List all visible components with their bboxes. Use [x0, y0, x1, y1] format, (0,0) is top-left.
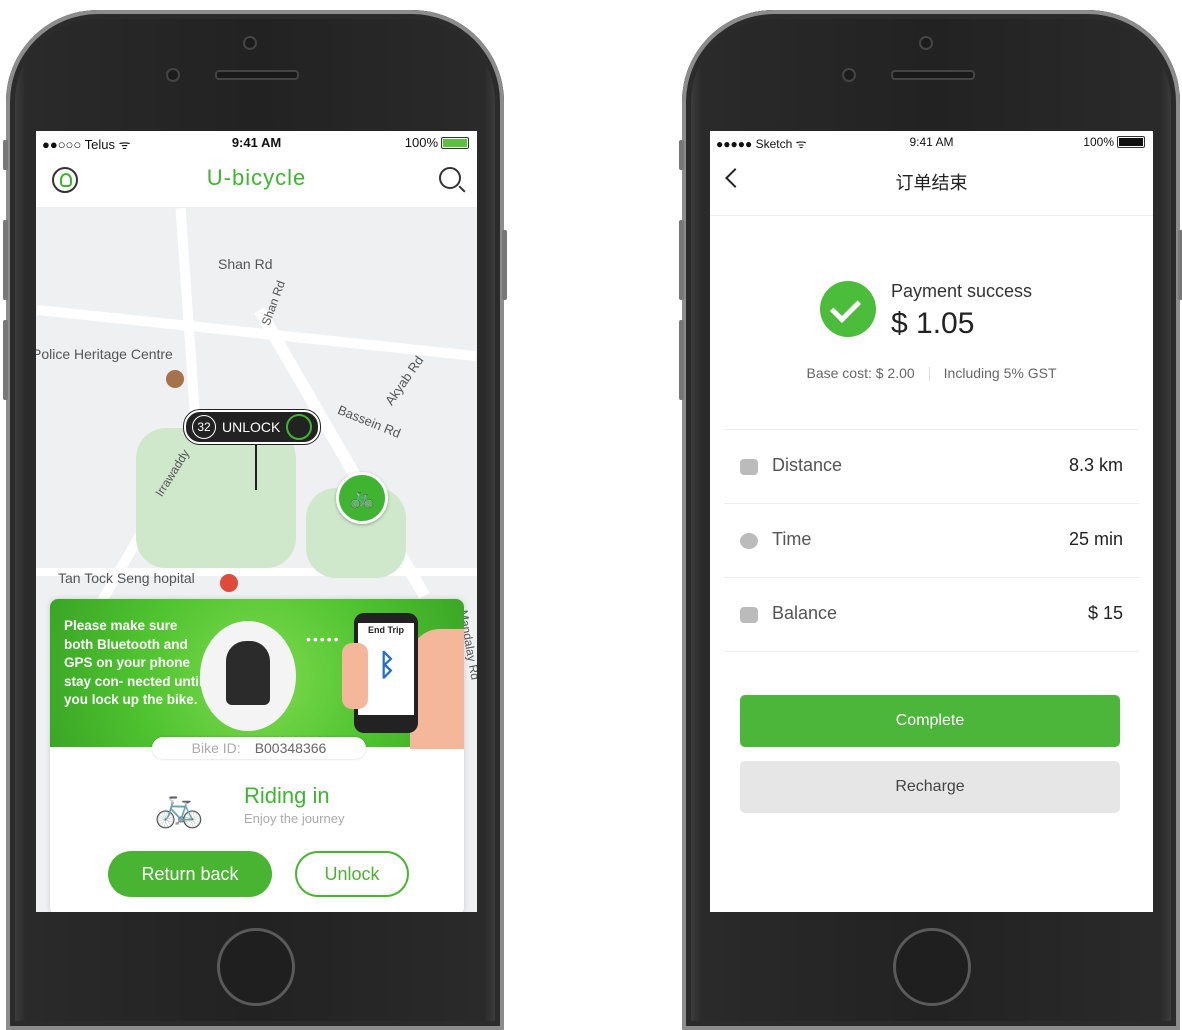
map-label: Tan Tock Seng hopital	[58, 570, 195, 586]
finger-illustration	[342, 643, 368, 709]
marker-pin	[255, 444, 257, 490]
complete-button[interactable]: Complete	[740, 695, 1120, 747]
success-check-icon	[820, 281, 876, 337]
bluetooth-icon: ᛒ	[378, 649, 396, 682]
ride-status-subtitle: Enjoy the journey	[244, 811, 345, 826]
time-row: Time 25 min	[724, 503, 1139, 578]
connection-notice-banner: Please make sure both Bluetooth and GPS …	[50, 599, 464, 749]
right-phone: ●●●●● Sketch ᯤ 9:41 AM 100% 订单结束 Payment…	[679, 10, 1182, 1030]
unlock-button[interactable]: Unlock	[295, 851, 409, 897]
row-label: Time	[772, 529, 812, 549]
clock-label: 9:41 AM	[909, 135, 954, 149]
earpiece-speaker	[215, 70, 299, 80]
app-title: U-bicycle	[206, 165, 307, 190]
base-cost: Base cost: $ 2.00	[806, 365, 915, 381]
return-back-button[interactable]: Return back	[108, 851, 272, 897]
ride-card: Please make sure both Bluetooth and GPS …	[50, 599, 464, 912]
scan-qr-icon	[286, 414, 313, 440]
row-value: 25 min	[1068, 529, 1123, 549]
distance-row: Distance 8.3 km	[724, 429, 1139, 504]
bike-location-icon[interactable]: 🚲	[336, 472, 388, 524]
bike-id-label: Bike ID:	[191, 740, 241, 756]
battery-percent: 100%	[1083, 135, 1114, 149]
mute-switch	[679, 140, 684, 170]
ride-status: 🚲 Riding in Enjoy the journey	[154, 781, 384, 831]
row-label: Distance	[772, 455, 843, 475]
tax-note: Including 5% GST	[943, 365, 1057, 381]
battery-indicator: 100%	[405, 135, 469, 150]
payment-amount: $ 1.05	[891, 307, 975, 340]
volume-down-button	[679, 320, 684, 400]
mute-switch	[3, 140, 8, 170]
search-icon[interactable]	[439, 167, 461, 189]
row-divider	[724, 651, 1139, 652]
balance-row: Balance $ 15	[724, 577, 1139, 652]
power-button	[1178, 230, 1182, 300]
power-button	[502, 230, 507, 300]
left-phone: ●●○○○ Telus ᯤ 9:41 AM 100% U-bicycle Sha…	[3, 10, 507, 1030]
unlock-marker[interactable]: 32 UNLOCK	[184, 410, 321, 444]
front-camera	[842, 68, 856, 82]
wallet-icon	[740, 607, 758, 623]
left-screen: ●●○○○ Telus ᯤ 9:41 AM 100% U-bicycle Sha…	[36, 131, 477, 912]
map-label: Shan Rd	[218, 256, 273, 272]
volume-up-button	[3, 220, 8, 300]
earpiece-speaker	[891, 70, 975, 80]
marker-count: 32	[192, 415, 216, 439]
police-poi-icon	[166, 370, 184, 388]
bike-id-value: B00348366	[254, 740, 327, 756]
bike-id-pill: Bike ID: B00348366	[152, 737, 366, 759]
battery-indicator: 100%	[1083, 135, 1145, 149]
hospital-poi-icon	[220, 574, 238, 592]
map-label: Bassein Rd	[335, 402, 403, 441]
ride-status-title: Riding in	[244, 783, 330, 808]
signal-dots: •••••	[306, 631, 341, 647]
bicycle-icon: 🚲	[154, 785, 204, 829]
cost-summary: Base cost: $ 2.00 Including 5% GST	[710, 365, 1153, 382]
payment-status: Payment success	[891, 281, 1033, 301]
proximity-sensor	[243, 36, 257, 50]
battery-percent: 100%	[404, 135, 438, 150]
carrier-label: ●●●●● Sketch ᯤ	[716, 137, 807, 151]
map-label: Police Heritage Centre	[36, 346, 173, 362]
row-value: 8.3 km	[1068, 455, 1123, 475]
hand-illustration	[410, 629, 464, 749]
row-value: $ 15	[1087, 603, 1123, 623]
map-label: Akyab Rd	[381, 353, 427, 408]
app-header: U-bicycle	[36, 153, 477, 208]
home-button[interactable]	[217, 928, 295, 1006]
notice-text: Please make sure both Bluetooth and GPS …	[64, 618, 203, 707]
marker-label: UNLOCK	[222, 419, 281, 435]
end-trip-label: End Trip	[368, 625, 404, 635]
volume-down-button	[3, 320, 8, 400]
map-label: Shan Rd	[258, 278, 288, 328]
back-chevron-icon[interactable]	[725, 168, 745, 188]
map-park-area	[136, 428, 296, 568]
page-title: 订单结束	[895, 173, 968, 194]
front-camera	[166, 68, 180, 82]
status-bar: ●●●●● Sketch ᯤ 9:41 AM 100%	[710, 131, 1153, 153]
nav-bar: 订单结束	[710, 153, 1153, 216]
status-bar: ●●○○○ Telus ᯤ 9:41 AM 100%	[36, 131, 477, 153]
recharge-button[interactable]: Recharge	[740, 761, 1120, 813]
carrier-label: ●●○○○ Telus ᯤ	[42, 137, 131, 152]
volume-up-button	[679, 220, 684, 300]
bike-lock-illustration	[200, 621, 296, 731]
clock-label: 9:41 AM	[231, 135, 282, 150]
proximity-sensor	[919, 36, 933, 50]
right-screen: ●●●●● Sketch ᯤ 9:41 AM 100% 订单结束 Payment…	[710, 131, 1153, 912]
home-button[interactable]	[893, 928, 971, 1006]
speedometer-icon	[740, 459, 758, 475]
clock-icon	[740, 533, 758, 549]
row-label: Balance	[772, 603, 838, 623]
battery-icon	[1117, 136, 1145, 148]
battery-icon	[441, 136, 469, 149]
profile-icon[interactable]	[52, 167, 78, 193]
